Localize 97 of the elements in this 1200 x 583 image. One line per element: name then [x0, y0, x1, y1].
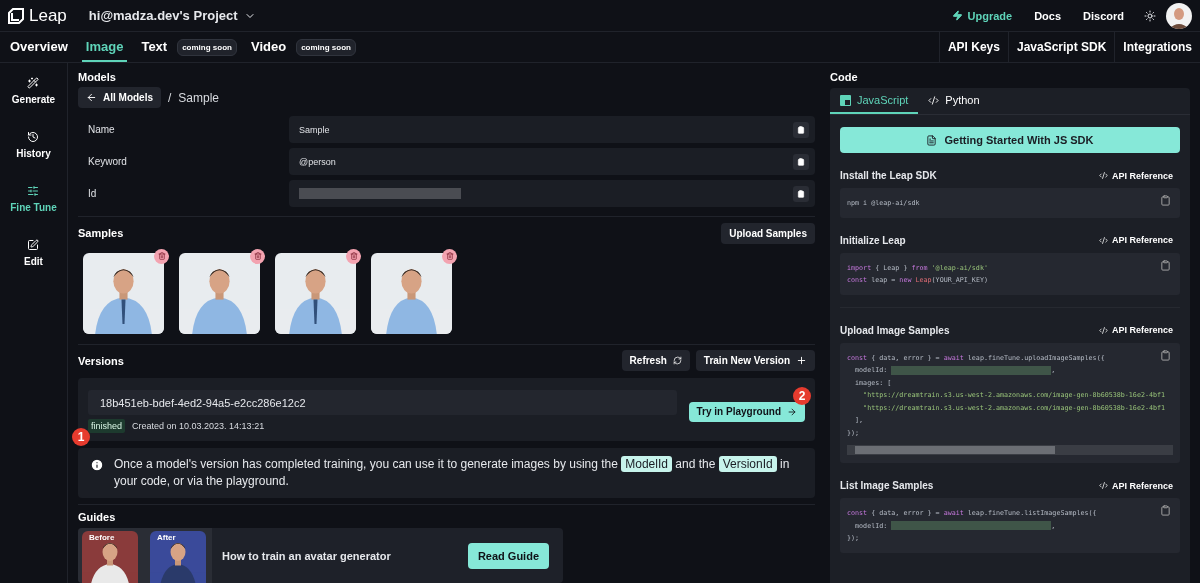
delete-button[interactable]: [250, 248, 265, 264]
header-link[interactable]: Docs: [1034, 9, 1062, 22]
upload-samples-button[interactable]: Upload Samples: [721, 222, 815, 244]
guide-title: How to train an avatar generator: [222, 549, 392, 562]
history-icon: [27, 131, 40, 143]
code-icon: [1098, 325, 1108, 335]
sidebar-item[interactable]: Generate: [11, 77, 56, 105]
clipboard-icon: [1160, 505, 1171, 516]
clipboard-icon: [1160, 195, 1171, 206]
trash-icon: [157, 252, 166, 261]
copy-button[interactable]: [793, 121, 809, 138]
nav-tab[interactable]: Overview: [6, 32, 72, 62]
field-label: Keyword: [88, 156, 128, 168]
trash-icon: [253, 252, 262, 261]
field-label: Name: [88, 124, 116, 136]
api-reference-link[interactable]: API Reference: [1098, 170, 1173, 181]
copy-icon[interactable]: [1160, 259, 1171, 271]
scrollbar[interactable]: [847, 445, 1173, 455]
theme-toggle-icon[interactable]: [1144, 9, 1156, 22]
nav-tab[interactable]: Text: [137, 32, 172, 62]
code-icon: [1098, 481, 1108, 490]
status-badge: finished: [88, 419, 126, 434]
section-title: Guides: [78, 511, 117, 524]
code-section-title: Install the Leap SDK: [840, 170, 937, 181]
nav-tab[interactable]: Image: [81, 32, 128, 62]
lightning-icon: [951, 10, 963, 21]
thumbnail-label: After: [157, 533, 176, 543]
wand-icon: [27, 77, 40, 89]
code-icon: [1098, 235, 1108, 245]
clipboard-icon: [1160, 349, 1171, 361]
trash-icon: [445, 252, 454, 261]
back-button[interactable]: All Models: [78, 87, 161, 108]
try-in-playground-button[interactable]: Try in Playground: [688, 401, 805, 422]
nav-tab[interactable]: Video: [246, 32, 291, 62]
coming-soon-badge: coming soon: [177, 38, 237, 56]
code-section-title: List Image Samples: [840, 480, 934, 491]
clipboard-icon: [797, 125, 805, 134]
sidebar-item[interactable]: History: [16, 131, 51, 159]
coming-soon-badge: coming soon: [296, 38, 356, 56]
annotation-marker: 2: [793, 387, 811, 406]
header-link[interactable]: Discord: [1083, 9, 1124, 22]
plus-icon: [796, 355, 807, 367]
section-title: Samples: [78, 227, 124, 240]
document-icon: [926, 134, 938, 146]
read-guide-button[interactable]: Read Guide: [467, 542, 549, 569]
clipboard-icon: [797, 189, 805, 198]
nav-link[interactable]: API Keys: [938, 32, 1008, 62]
breadcrumb-current: Sample: [178, 90, 220, 105]
clipboard-icon: [1160, 259, 1171, 271]
version-id: 18b451eb-bdef-4ed2-94a5-e2cc286e12c2: [88, 390, 677, 416]
copy-icon[interactable]: [1160, 195, 1171, 206]
getting-started-button[interactable]: Getting Started With JS SDK: [840, 127, 1180, 153]
clipboard-icon: [797, 157, 805, 166]
created-date: Created on 10.03.2023. 14:13:21: [132, 421, 265, 432]
info-icon: [90, 458, 104, 473]
refresh-button[interactable]: Refresh: [621, 350, 690, 372]
sliders-icon: [27, 185, 40, 197]
project-selector[interactable]: hi@madza.dev's Project: [88, 8, 256, 23]
breadcrumb-separator: /: [168, 90, 172, 105]
api-reference-link[interactable]: API Reference: [1098, 480, 1173, 491]
section-title: Models: [78, 71, 117, 83]
train-new-version-button[interactable]: Train New Version: [695, 350, 815, 372]
arrow-right-icon: [787, 406, 797, 417]
annotation-marker: 1: [72, 428, 90, 447]
input-field[interactable]: Sample: [289, 116, 815, 144]
api-reference-link[interactable]: API Reference: [1098, 235, 1173, 245]
delete-button[interactable]: [442, 248, 457, 264]
sidebar-item[interactable]: Fine Tune: [10, 185, 57, 213]
thumbnail-label: Before: [89, 533, 115, 543]
delete-button[interactable]: [154, 248, 169, 264]
logo[interactable]: Leap: [8, 5, 67, 26]
section-title: Versions: [78, 354, 124, 367]
refresh-icon: [672, 356, 682, 366]
code-icon: [1098, 171, 1108, 180]
nav-link[interactable]: Integrations: [1114, 32, 1200, 62]
edit-icon: [27, 239, 40, 251]
copy-icon[interactable]: [1160, 349, 1171, 361]
info-text: Once a model's version has completed training, you can use it to generate images by using the ModelId and the VersionId in your code, or via the playground.: [114, 456, 791, 491]
input-field[interactable]: @person: [289, 148, 815, 176]
input-field[interactable]: [289, 180, 815, 208]
section-title: Code: [830, 71, 859, 83]
language-tab[interactable]: Python: [918, 88, 990, 114]
nav-link[interactable]: JavaScript SDK: [1007, 32, 1115, 62]
code-section-title: Initialize Leap: [840, 234, 906, 246]
code-section-title: Upload Image Samples: [840, 324, 950, 336]
logo-icon: [8, 7, 24, 24]
field-label: Id: [88, 188, 98, 200]
trash-icon: [349, 252, 358, 261]
delete-button[interactable]: [346, 248, 361, 264]
arrow-left-icon: [86, 92, 97, 103]
sidebar-item[interactable]: Edit: [24, 239, 43, 267]
copy-button[interactable]: [793, 185, 809, 202]
avatar[interactable]: [1166, 2, 1192, 29]
upgrade-link[interactable]: Upgrade: [951, 9, 1013, 22]
api-reference-link[interactable]: API Reference: [1098, 325, 1173, 335]
copy-icon[interactable]: [1160, 505, 1171, 516]
copy-button[interactable]: [793, 153, 809, 170]
